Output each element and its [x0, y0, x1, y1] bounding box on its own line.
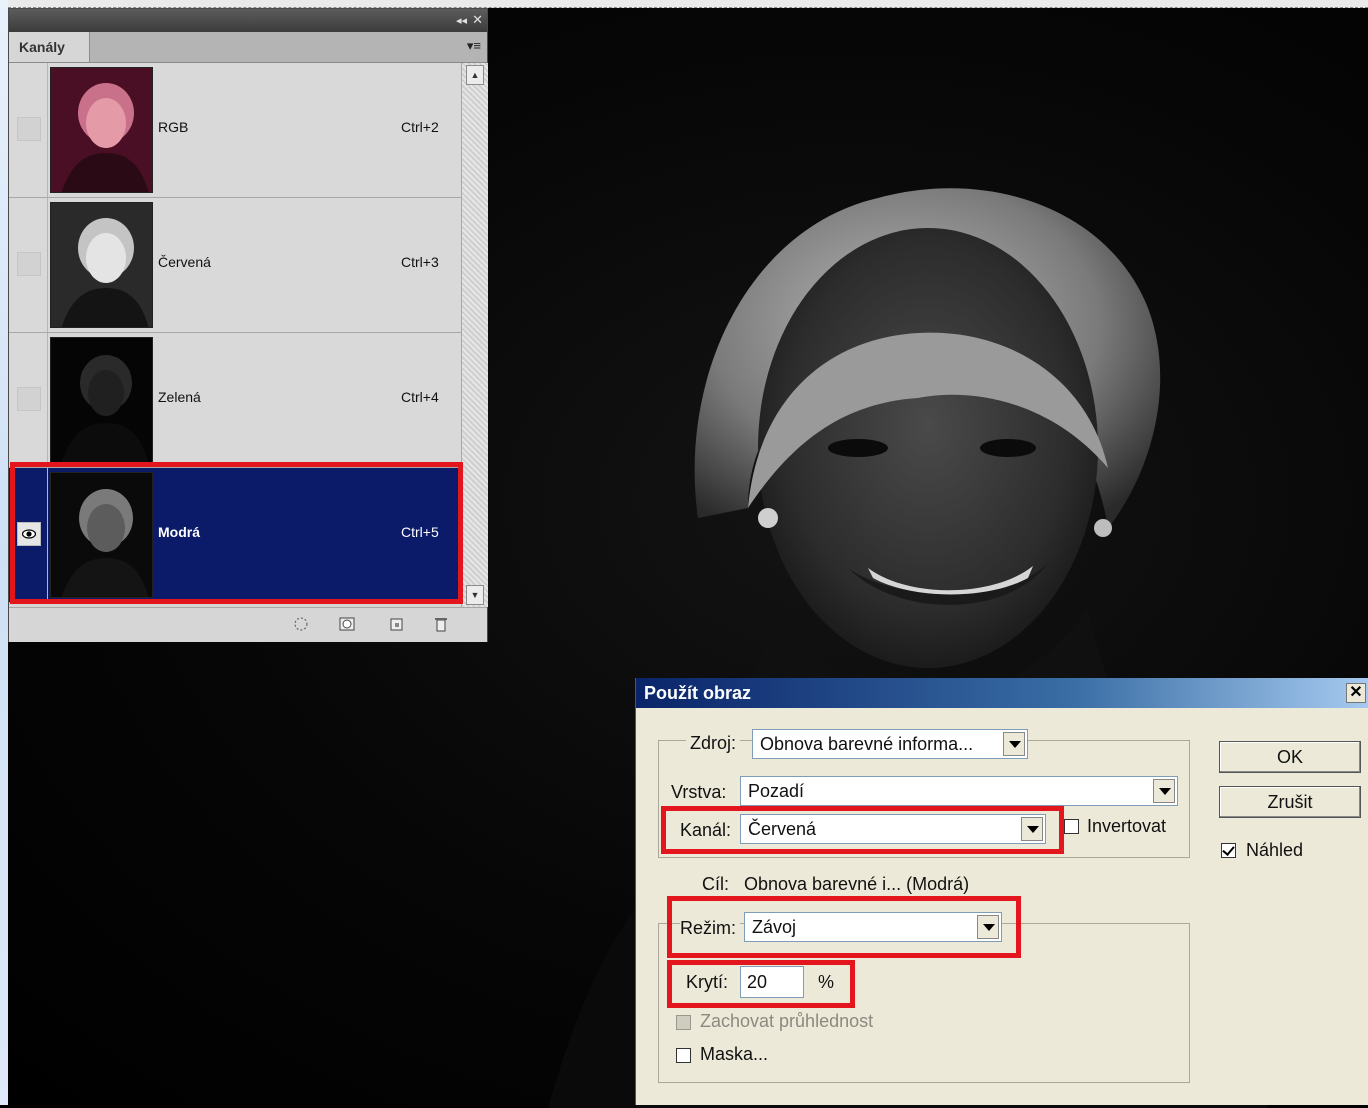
new-channel-icon[interactable]: [389, 616, 405, 632]
visibility-toggle[interactable]: [17, 252, 41, 276]
source-select[interactable]: Obnova barevné informa...: [752, 729, 1028, 759]
channel-shortcut: Ctrl+3: [401, 254, 439, 270]
layer-value: Pozadí: [748, 781, 805, 801]
close-icon[interactable]: ✕: [472, 12, 483, 28]
channel-name: Zelená: [158, 389, 201, 405]
chevron-down-icon[interactable]: [1021, 817, 1043, 841]
panel-footer: [9, 607, 487, 642]
chevron-down-icon[interactable]: [1003, 732, 1025, 756]
cancel-button[interactable]: Zrušit: [1219, 786, 1361, 818]
close-icon[interactable]: ✕: [1346, 683, 1366, 703]
invert-label: Invertovat: [1087, 816, 1167, 836]
layer-select[interactable]: Pozadí: [740, 776, 1178, 806]
channel-thumbnail-rgb: [50, 67, 153, 193]
channels-panel: ◂◂ ✕ Kanály ▾≡ RGB Ctrl+2 Červená Ctrl+3…: [8, 8, 488, 642]
dialog-title: Použít obraz: [644, 683, 751, 703]
trash-icon[interactable]: [433, 616, 449, 632]
visibility-toggle[interactable]: [17, 522, 41, 546]
source-label: Zdroj:: [686, 733, 741, 754]
thumbnail-image: [51, 68, 152, 192]
preview-checkbox[interactable]: [1221, 843, 1236, 858]
target-value: Obnova barevné i... (Modrá): [744, 874, 970, 894]
channel-value: Červená: [748, 819, 817, 839]
chevron-down-icon[interactable]: [1153, 779, 1175, 803]
invert-checkbox[interactable]: [1064, 819, 1079, 834]
tab-channels[interactable]: Kanály: [9, 32, 90, 62]
channel-shortcut: Ctrl+2: [401, 119, 439, 135]
channel-select[interactable]: Červená: [740, 814, 1046, 844]
load-selection-icon[interactable]: [293, 616, 309, 632]
opacity-input[interactable]: 20: [740, 966, 804, 998]
ok-button[interactable]: OK: [1219, 741, 1361, 773]
panel-menu-icon[interactable]: ▾≡: [467, 38, 481, 54]
preview-label: Náhled: [1246, 840, 1304, 860]
mask-label: Maska...: [700, 1044, 769, 1064]
collapse-icon[interactable]: ◂◂: [456, 14, 467, 27]
divider: [47, 63, 48, 197]
channel-name: RGB: [158, 119, 189, 135]
channel-row-blue[interactable]: Modrá Ctrl+5: [9, 468, 461, 603]
chevron-down-icon[interactable]: [977, 915, 999, 939]
panel-scrollbar[interactable]: ▲ ▼: [461, 63, 488, 607]
canvas-ruler: [8, 0, 1368, 8]
thumbnail-image: [51, 338, 152, 462]
divider: [47, 333, 48, 467]
channel-name: Modrá: [158, 524, 200, 540]
mode-label: Režim:: [680, 918, 741, 939]
divider: [47, 468, 48, 602]
channel-thumbnail-green: [50, 337, 153, 463]
opacity-label: Krytí:: [686, 972, 729, 992]
scroll-down-button[interactable]: ▼: [466, 585, 484, 605]
channel-row-red[interactable]: Červená Ctrl+3: [9, 198, 461, 333]
channel-row-rgb[interactable]: RGB Ctrl+2: [9, 63, 461, 198]
mask-checkbox[interactable]: [676, 1048, 691, 1063]
thumbnail-image: [51, 203, 152, 327]
channel-label: Kanál:: [680, 820, 732, 840]
dialog-titlebar: Použít obraz ✕: [636, 678, 1368, 708]
channel-shortcut: Ctrl+5: [401, 524, 439, 540]
preserve-transparency-checkbox: [676, 1015, 691, 1030]
visibility-toggle[interactable]: [17, 387, 41, 411]
preserve-transparency-label: Zachovat průhlednost: [700, 1011, 874, 1031]
channel-shortcut: Ctrl+4: [401, 389, 439, 405]
apply-image-dialog: Použít obraz ✕ Zdroj: Obnova barevné inf…: [635, 678, 1368, 1105]
panel-titlebar: ◂◂ ✕: [9, 9, 487, 32]
opacity-unit: %: [818, 972, 835, 992]
channel-name: Červená: [158, 254, 211, 270]
panel-tab-bar: Kanály ▾≡: [9, 32, 487, 63]
channel-thumbnail-red: [50, 202, 153, 328]
scroll-up-button[interactable]: ▲: [466, 65, 484, 85]
channel-row-green[interactable]: Zelená Ctrl+4: [9, 333, 461, 468]
eye-icon: [22, 529, 36, 539]
channel-thumbnail-blue: [50, 472, 153, 598]
channel-list: RGB Ctrl+2 Červená Ctrl+3 Zelená Ctrl+4 …: [9, 63, 461, 603]
thumbnail-image: [51, 473, 152, 597]
divider: [47, 198, 48, 332]
mode-value: Závoj: [752, 917, 797, 937]
source-value: Obnova barevné informa...: [760, 734, 974, 754]
layer-label: Vrstva:: [671, 782, 727, 802]
save-selection-icon[interactable]: [339, 616, 355, 632]
visibility-toggle[interactable]: [17, 117, 41, 141]
window-edge: [0, 0, 8, 1105]
mode-select[interactable]: Závoj: [744, 912, 1002, 942]
target-label: Cíl:: [702, 874, 729, 894]
